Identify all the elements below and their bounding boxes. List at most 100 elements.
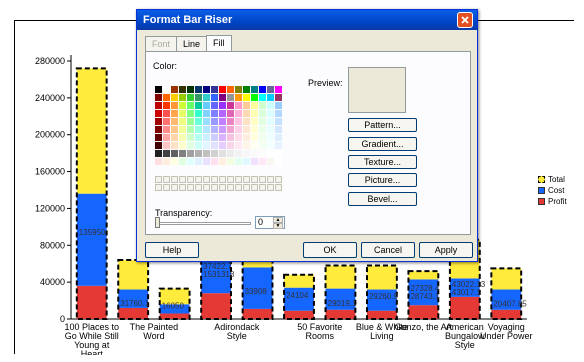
color-swatch[interactable]	[227, 134, 234, 141]
color-swatch[interactable]	[259, 134, 266, 141]
color-swatch[interactable]	[227, 86, 234, 93]
color-swatch[interactable]	[195, 150, 202, 157]
color-swatch[interactable]	[155, 110, 162, 117]
custom-color-swatch[interactable]	[203, 176, 210, 183]
custom-color-swatch[interactable]	[163, 176, 170, 183]
color-swatch[interactable]	[187, 94, 194, 101]
color-swatch[interactable]	[219, 142, 226, 149]
color-swatch[interactable]	[163, 142, 170, 149]
color-swatch[interactable]	[267, 134, 274, 141]
color-swatch[interactable]	[243, 150, 250, 157]
color-swatch[interactable]	[163, 110, 170, 117]
color-swatch[interactable]	[235, 94, 242, 101]
custom-color-swatch[interactable]	[195, 184, 202, 191]
color-swatch[interactable]	[187, 158, 194, 165]
color-swatch[interactable]	[259, 118, 266, 125]
custom-color-swatch[interactable]	[235, 176, 242, 183]
color-swatch[interactable]	[187, 126, 194, 133]
color-swatch[interactable]	[211, 94, 218, 101]
color-swatch[interactable]	[195, 134, 202, 141]
custom-color-swatch[interactable]	[211, 176, 218, 183]
color-swatch[interactable]	[211, 150, 218, 157]
color-swatch[interactable]	[195, 158, 202, 165]
color-swatch[interactable]	[195, 94, 202, 101]
color-swatch[interactable]	[251, 118, 258, 125]
color-swatch[interactable]	[163, 126, 170, 133]
color-swatch[interactable]	[251, 94, 258, 101]
color-swatch[interactable]	[179, 134, 186, 141]
color-swatch[interactable]	[235, 142, 242, 149]
transparency-slider[interactable]	[155, 217, 251, 228]
color-swatch[interactable]	[187, 86, 194, 93]
color-swatch[interactable]	[171, 142, 178, 149]
color-swatch[interactable]	[195, 118, 202, 125]
color-swatch[interactable]	[243, 110, 250, 117]
color-swatch[interactable]	[235, 158, 242, 165]
color-swatch[interactable]	[187, 118, 194, 125]
color-swatch[interactable]	[171, 126, 178, 133]
color-swatch[interactable]	[219, 94, 226, 101]
color-swatch[interactable]	[179, 102, 186, 109]
apply-button[interactable]: Apply	[419, 242, 473, 258]
color-swatch[interactable]	[155, 158, 162, 165]
color-swatch[interactable]	[251, 158, 258, 165]
cancel-button[interactable]: Cancel	[361, 242, 415, 258]
color-swatch[interactable]	[163, 150, 170, 157]
color-swatch[interactable]	[179, 94, 186, 101]
color-swatch[interactable]	[235, 110, 242, 117]
color-swatch[interactable]	[195, 110, 202, 117]
color-swatch[interactable]	[155, 126, 162, 133]
color-swatch[interactable]	[243, 86, 250, 93]
color-swatch[interactable]	[171, 102, 178, 109]
color-swatch[interactable]	[155, 142, 162, 149]
color-swatch[interactable]	[171, 150, 178, 157]
tab-fill[interactable]: Fill	[206, 35, 232, 51]
legend-item-total[interactable]: Total	[538, 174, 567, 185]
custom-color-swatch[interactable]	[275, 184, 282, 191]
color-swatch[interactable]	[251, 86, 258, 93]
color-swatch[interactable]	[195, 126, 202, 133]
color-swatch[interactable]	[163, 86, 170, 93]
color-swatch[interactable]	[219, 118, 226, 125]
custom-color-swatch[interactable]	[155, 176, 162, 183]
color-swatch[interactable]	[219, 86, 226, 93]
color-swatch[interactable]	[275, 158, 282, 165]
color-swatch[interactable]	[251, 102, 258, 109]
custom-color-swatch[interactable]	[211, 184, 218, 191]
custom-color-swatch[interactable]	[267, 184, 274, 191]
color-swatch[interactable]	[211, 86, 218, 93]
color-swatch[interactable]	[267, 142, 274, 149]
color-swatch[interactable]	[195, 86, 202, 93]
color-swatch[interactable]	[243, 142, 250, 149]
custom-color-swatch[interactable]	[171, 176, 178, 183]
color-swatch[interactable]	[259, 86, 266, 93]
custom-color-swatch[interactable]	[219, 184, 226, 191]
color-swatch[interactable]	[211, 134, 218, 141]
color-swatch[interactable]	[243, 102, 250, 109]
color-swatch[interactable]	[187, 102, 194, 109]
custom-color-swatch[interactable]	[243, 184, 250, 191]
tab-line[interactable]: Line	[176, 36, 208, 51]
color-swatch[interactable]	[235, 102, 242, 109]
color-swatch[interactable]	[259, 102, 266, 109]
help-button[interactable]: Help	[145, 242, 199, 258]
color-swatch[interactable]	[219, 150, 226, 157]
color-swatch[interactable]	[275, 142, 282, 149]
color-swatch[interactable]	[235, 134, 242, 141]
color-swatch[interactable]	[203, 86, 210, 93]
color-swatch[interactable]	[179, 158, 186, 165]
color-swatch[interactable]	[155, 118, 162, 125]
chart-legend[interactable]: Total Cost Profit	[538, 174, 567, 207]
color-swatch[interactable]	[235, 150, 242, 157]
custom-color-swatch[interactable]	[155, 184, 162, 191]
color-swatch[interactable]	[275, 102, 282, 109]
color-swatch[interactable]	[259, 110, 266, 117]
color-swatch[interactable]	[195, 102, 202, 109]
custom-color-swatch[interactable]	[179, 184, 186, 191]
color-swatch[interactable]	[179, 142, 186, 149]
custom-color-swatch[interactable]	[251, 176, 258, 183]
color-swatch[interactable]	[171, 110, 178, 117]
color-swatch[interactable]	[163, 118, 170, 125]
color-swatch[interactable]	[203, 150, 210, 157]
custom-color-swatch[interactable]	[267, 176, 274, 183]
